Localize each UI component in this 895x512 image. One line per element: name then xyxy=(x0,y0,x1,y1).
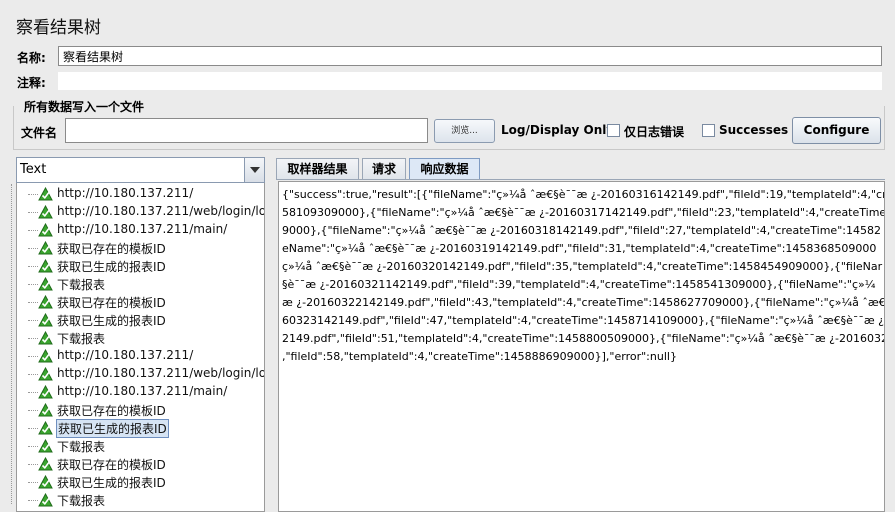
response-line: 9000},{"fileName":"ç»¼å ˆæ€§è¯¯æ ¿-20160… xyxy=(282,224,881,237)
tab-0[interactable]: 取样器结果 xyxy=(276,158,359,180)
success-icon xyxy=(38,241,53,255)
success-icon xyxy=(38,313,53,327)
response-line: {"success":true,"result":[{"fileName":"ç… xyxy=(282,188,885,201)
success-icon xyxy=(38,277,53,291)
response-line: ç»¼å ˆæ€§è¯¯æ ¿-20160320142149.pdf","fil… xyxy=(282,260,883,273)
tree-item-label: 下载报表 xyxy=(57,332,106,346)
success-icon xyxy=(38,331,53,345)
tree-item-label: 获取已生成的报表ID xyxy=(57,476,166,490)
tree-item-label: 获取已生成的报表ID xyxy=(57,260,166,274)
tree-item-label: http://10.180.137.211/ xyxy=(57,186,194,200)
comment-field[interactable] xyxy=(58,72,882,90)
response-line: æ ¿-20160322142149.pdf","fileId":43,"tem… xyxy=(282,296,885,309)
tree-item-label: http://10.180.137.211/ xyxy=(57,348,194,362)
response-line: ,"fileId":58,"templateId":4,"createTime"… xyxy=(282,350,677,363)
results-tree: http://10.180.137.211/http://10.180.137.… xyxy=(17,184,264,512)
name-field[interactable] xyxy=(58,46,882,66)
file-name-label: 文件名 xyxy=(21,126,58,140)
tree-connector xyxy=(28,428,38,429)
tab-2[interactable]: 响应数据 xyxy=(409,158,480,180)
response-line: 60323142149.pdf","fileId":47,"templateId… xyxy=(282,314,884,327)
errors-only-label: 仅日志错误 xyxy=(624,125,685,139)
tree-item-label: http://10.180.137.211/web/login/login xyxy=(57,204,264,218)
tree-item-label: http://10.180.137.211/main/ xyxy=(57,222,228,236)
tree-connector xyxy=(28,230,38,231)
tree-connector xyxy=(28,464,38,465)
tree-item-label: 下载报表 xyxy=(57,278,106,292)
tree-item-label: 获取已存在的模板ID xyxy=(57,458,166,472)
errors-only-checkbox[interactable] xyxy=(607,124,620,137)
successes-label: Successes xyxy=(719,123,789,137)
tree-item-label: 获取已存在的模板ID xyxy=(57,296,166,310)
log-display-label: Log/Display Only: xyxy=(501,123,619,137)
tree-connector xyxy=(28,500,38,501)
tree-connector xyxy=(28,338,38,339)
success-icon xyxy=(38,205,53,219)
tree-item-label: 下载报表 xyxy=(57,494,106,508)
response-data-area[interactable]: {"success":true,"result":[{"fileName":"ç… xyxy=(278,181,885,512)
success-icon xyxy=(38,385,53,399)
tree-connector xyxy=(28,356,38,357)
file-name-input[interactable] xyxy=(65,118,428,143)
tree-connector xyxy=(28,248,38,249)
response-line: eName":"ç»¼å ˆæ€§è¯¯æ ¿-20160319142149.p… xyxy=(282,242,877,255)
success-icon xyxy=(38,493,53,507)
success-icon xyxy=(38,403,53,417)
tree-connector xyxy=(28,392,38,393)
tree-connector xyxy=(28,374,38,375)
tree-connector xyxy=(28,446,38,447)
renderer-select-value: Text xyxy=(20,162,47,177)
renderer-select[interactable]: Text xyxy=(16,157,265,183)
tree-connector xyxy=(28,302,38,303)
response-line: 2149.pdf","fileId":51,"templateId":4,"cr… xyxy=(282,332,885,345)
success-icon xyxy=(38,223,53,237)
tab-1[interactable]: 请求 xyxy=(362,158,406,180)
success-icon xyxy=(38,367,53,381)
tree-connector xyxy=(28,194,38,195)
tree-connector xyxy=(28,266,38,267)
tree-item-label: 获取已生成的报表ID xyxy=(57,314,166,328)
browse-button[interactable]: 浏览... xyxy=(434,119,495,143)
response-line: 58109309000},{"fileName":"ç»¼å ˆæ€§è¯¯æ … xyxy=(282,206,885,219)
success-icon xyxy=(38,349,53,363)
tree-connector xyxy=(28,212,38,213)
tree-guide-line xyxy=(11,184,12,504)
success-icon xyxy=(38,295,53,309)
response-body: {"success":true,"result":[{"fileName":"ç… xyxy=(282,186,885,366)
tree-connector xyxy=(28,320,38,321)
configure-button[interactable]: Configure xyxy=(792,117,881,144)
window-title: 察看结果树 xyxy=(16,18,101,38)
comment-label: 注释: xyxy=(17,76,46,90)
tree-connector xyxy=(28,284,38,285)
success-icon xyxy=(38,439,53,453)
successes-checkbox[interactable] xyxy=(702,124,715,137)
success-icon xyxy=(38,457,53,471)
tree-item-label: 获取已存在的模板ID xyxy=(57,404,166,418)
tree-item-label: http://10.180.137.211/main/ xyxy=(57,384,228,398)
tree-item-label: 获取已生成的报表ID xyxy=(56,419,169,438)
split-pane-divider[interactable] xyxy=(268,152,272,512)
success-icon xyxy=(38,187,53,201)
tree-connector xyxy=(28,410,38,411)
success-icon xyxy=(38,475,53,489)
success-icon xyxy=(38,259,53,273)
tree-item-label: http://10.180.137.211/web/login/login xyxy=(57,366,264,380)
tree-item-label: 下载报表 xyxy=(57,440,106,454)
name-label: 名称: xyxy=(17,51,46,65)
tab-baseline xyxy=(276,179,885,180)
response-line: §è¯¯æ ¿-20160321142149.pdf","fileId":39,… xyxy=(282,278,876,291)
success-icon xyxy=(38,421,53,435)
file-section-title: 所有数据写入一个文件 xyxy=(22,98,147,115)
tree-item-label: 获取已存在的模板ID xyxy=(57,242,166,256)
tree-connector xyxy=(28,482,38,483)
chevron-down-icon[interactable] xyxy=(244,158,264,182)
